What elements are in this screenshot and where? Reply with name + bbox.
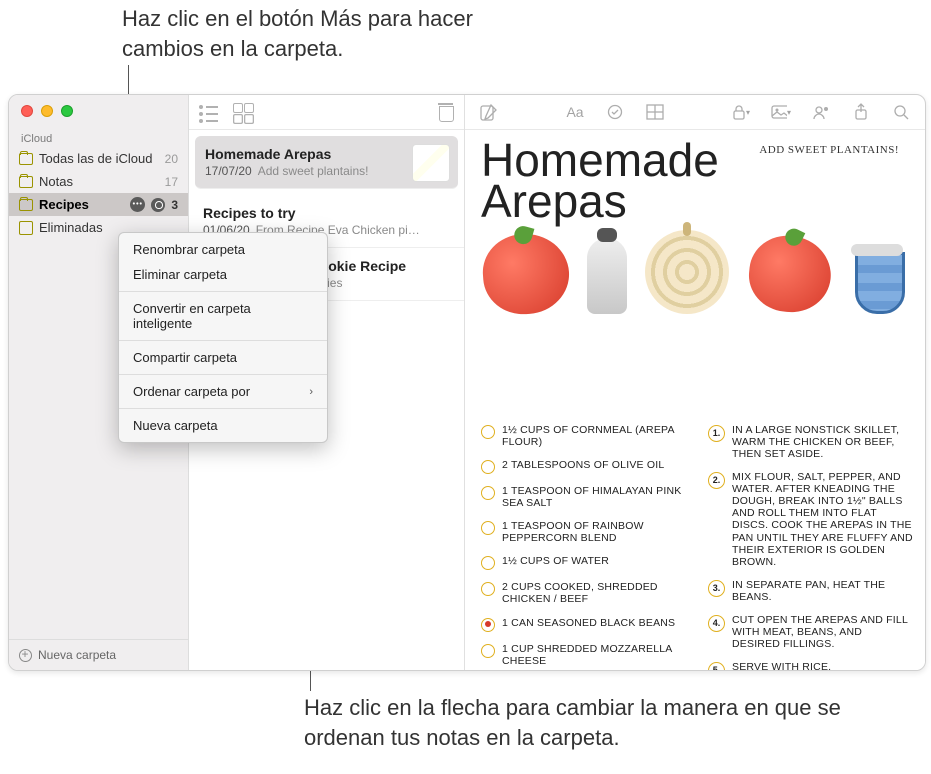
sidebar-item-count: 3 — [171, 198, 178, 212]
plus-icon — [19, 649, 32, 662]
checklist-icon[interactable] — [605, 103, 625, 121]
delete-note-button[interactable] — [438, 103, 454, 121]
note-title: Recipes to try — [203, 205, 450, 221]
folder-icon — [19, 199, 33, 211]
tomato-illustration — [480, 231, 571, 317]
menu-new-folder[interactable]: Nueva carpeta — [119, 413, 327, 438]
note-item-homemade-arepas[interactable]: Homemade Arepas 17/07/20Add sweet planta… — [195, 136, 458, 189]
lock-icon[interactable]: ▾ — [731, 103, 751, 121]
steps-column: 1.In a large nonstick skillet, warm the … — [708, 424, 913, 670]
editor-toolbar: Aa ▾ ▾ — [465, 95, 925, 130]
search-icon[interactable] — [891, 103, 911, 121]
sidebar-item-label: Todas las de iCloud — [39, 151, 152, 166]
menu-separator — [119, 340, 327, 341]
illustration-row — [483, 230, 907, 314]
window-controls — [9, 95, 188, 131]
format-icon[interactable]: Aa — [565, 103, 585, 121]
view-list-button[interactable] — [199, 103, 219, 121]
shaker-illustration — [587, 238, 627, 314]
table-icon[interactable] — [645, 103, 665, 121]
cup-illustration — [851, 246, 907, 314]
new-folder-label: Nueva carpeta — [38, 648, 116, 662]
chevron-right-icon: › — [309, 386, 313, 398]
menu-rename-folder[interactable]: Renombrar carpeta — [119, 237, 327, 262]
note-editor: Aa ▾ ▾ HomemadeArepas ADD SWEET PLANTAIN… — [465, 95, 925, 670]
shared-icon — [151, 198, 165, 212]
view-gallery-button[interactable] — [233, 103, 253, 121]
menu-separator — [119, 374, 327, 375]
trash-icon — [19, 221, 33, 235]
ingredients-column: 1½ cups of cornmeal (arepa flour) 2 tabl… — [481, 424, 686, 670]
sidebar-item-label: Notas — [39, 174, 73, 189]
recipe-content: 1½ cups of cornmeal (arepa flour) 2 tabl… — [481, 424, 913, 670]
new-folder-button[interactable]: Nueva carpeta — [9, 639, 188, 670]
menu-separator — [119, 408, 327, 409]
callout-bottom: Haz clic en la flecha para cambiar la ma… — [304, 693, 844, 752]
menu-share-folder[interactable]: Compartir carpeta — [119, 345, 327, 370]
sidebar-item-recipes[interactable]: Recipes 3 — [9, 193, 188, 216]
menu-delete-folder[interactable]: Eliminar carpeta — [119, 262, 327, 287]
tomato-illustration — [745, 232, 834, 316]
menu-separator — [119, 291, 327, 292]
more-icon[interactable] — [130, 197, 145, 212]
note-thumbnail — [412, 144, 450, 182]
fullscreen-window-button[interactable] — [61, 105, 73, 117]
onion-illustration — [645, 230, 729, 314]
sidebar-item-count: 17 — [165, 175, 178, 189]
share-icon[interactable] — [851, 103, 871, 121]
media-icon[interactable]: ▾ — [771, 103, 791, 121]
folder-icon — [19, 176, 33, 188]
collaborate-icon[interactable] — [811, 103, 831, 121]
minimize-window-button[interactable] — [41, 105, 53, 117]
compose-icon[interactable] — [479, 103, 499, 121]
sidebar-item-count: 20 — [165, 152, 178, 166]
sidebar-item-label: Recipes — [39, 197, 89, 212]
callout-top: Haz clic en el botón Más para hacer camb… — [122, 4, 542, 63]
list-toolbar — [189, 95, 464, 130]
menu-sort-folder[interactable]: Ordenar carpeta por› — [119, 379, 327, 404]
folder-icon — [19, 153, 33, 165]
close-window-button[interactable] — [21, 105, 33, 117]
note-annotation: ADD SWEET PLANTAINS! — [759, 144, 899, 156]
sidebar-item-notas[interactable]: Notas 17 — [9, 170, 188, 193]
note-canvas[interactable]: HomemadeArepas ADD SWEET PLANTAINS! 1½ c… — [465, 130, 925, 670]
sidebar-item-all-icloud[interactable]: Todas las de iCloud 20 — [9, 147, 188, 170]
sidebar-section-label: iCloud — [9, 131, 188, 147]
folder-context-menu: Renombrar carpeta Eliminar carpeta Conve… — [118, 232, 328, 443]
menu-convert-smart[interactable]: Convertir en carpeta inteligente — [119, 296, 327, 336]
sidebar-item-label: Eliminadas — [39, 220, 103, 235]
